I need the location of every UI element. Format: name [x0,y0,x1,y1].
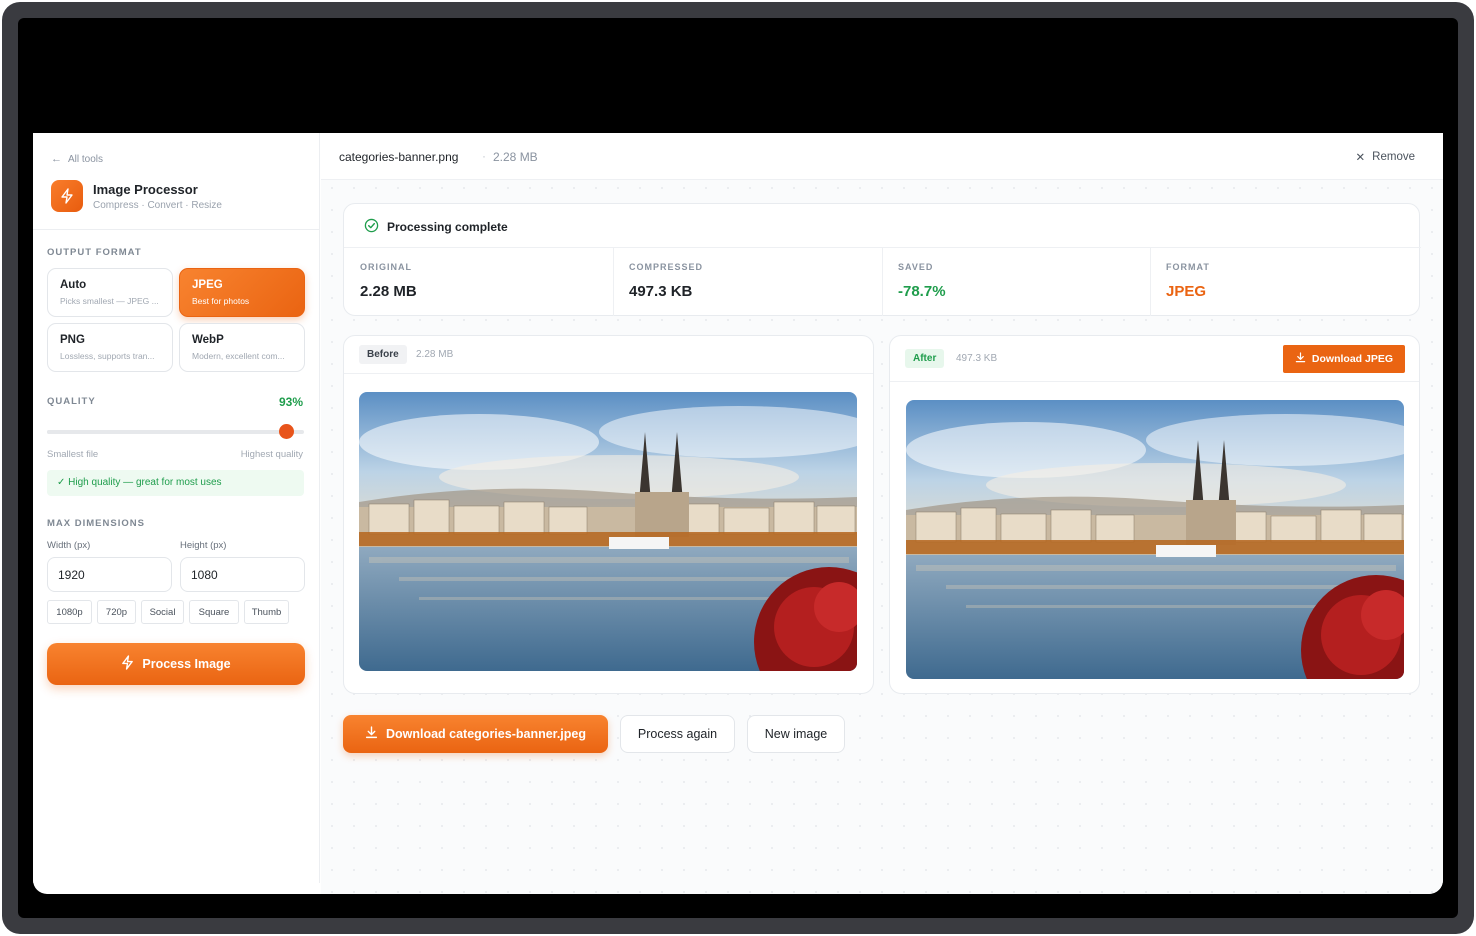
remove-label: Remove [1372,151,1415,163]
width-label: Width (px) [47,540,91,551]
download-icon [1295,352,1306,366]
download-file-label: Download categories-banner.jpeg [385,727,587,741]
status-title-label: Processing complete [387,220,508,234]
before-size: 2.28 MB [416,349,454,360]
download-icon [365,726,378,742]
format-name: WebP [192,334,224,346]
file-header: categories-banner.png · 2.28 MB ✕ Remove [321,133,1443,180]
before-image [359,392,857,671]
format-option-auto[interactable]: Auto Picks smallest — JPEG ... [47,268,173,317]
process-image-label: Process Image [142,657,231,671]
stat-label: ORIGINAL [360,262,412,272]
divider [33,229,320,230]
format-desc: Lossless, supports tran... [60,351,155,361]
after-tag: After [905,349,945,368]
before-card: Before 2.28 MB [343,335,874,694]
slider-fill [47,430,286,434]
stat-format: FORMAT JPEG [1150,248,1420,316]
all-tools-link[interactable]: ← All tools [51,153,103,165]
new-image-button[interactable]: New image [747,715,845,753]
stat-value: JPEG [1166,283,1207,300]
app-title: Image Processor [93,181,198,197]
quality-hint: ✓ High quality — great for most uses [47,470,304,496]
format-option-png[interactable]: PNG Lossless, supports tran... [47,323,173,372]
slider-max-label: Highest quality [240,449,303,460]
app-window: ← All tools Image Processor Compress · C… [33,133,1443,894]
preset-social[interactable]: Social [141,600,184,624]
download-file-button[interactable]: Download categories-banner.jpeg [343,715,608,753]
height-input[interactable]: 1080 [180,557,305,592]
process-image-button[interactable]: Process Image [47,643,305,685]
max-dimensions-label: MAX DIMENSIONS [47,518,145,529]
height-label: Height (px) [180,540,227,551]
after-image [906,400,1404,679]
preset-thumb[interactable]: Thumb [244,600,289,624]
stat-value: 497.3 KB [629,283,693,300]
all-tools-label: All tools [68,153,104,165]
stat-original: ORIGINAL 2.28 MB [344,248,613,316]
after-card-header: After 497.3 KB Download JPEG [890,336,1419,382]
after-size: 497.3 KB [956,353,998,364]
preset-720p[interactable]: 720p [97,600,136,624]
quality-value: 93% [278,395,303,409]
preset-square[interactable]: Square [189,600,239,624]
app-brand: Image Processor Compress · Convert · Res… [51,180,222,212]
format-name: JPEG [192,279,223,291]
stat-label: FORMAT [1166,262,1210,272]
format-desc: Modern, excellent com... [192,351,285,361]
file-size: 2.28 MB [493,150,538,164]
quality-label: QUALITY [47,396,96,407]
process-again-button[interactable]: Process again [620,715,735,753]
stat-value: -78.7% [898,283,946,300]
separator: · [482,149,486,163]
quality-slider[interactable] [47,424,304,439]
output-format-label: OUTPUT FORMAT [47,247,142,258]
before-tag: Before [359,345,407,364]
width-input[interactable]: 1920 [47,557,172,592]
before-card-header: Before 2.28 MB [344,336,873,374]
stat-saved: SAVED -78.7% [882,248,1151,316]
app-subtitle: Compress · Convert · Resize [93,199,222,211]
close-icon: ✕ [1355,152,1366,164]
download-jpeg-label: Download JPEG [1311,353,1393,365]
format-option-jpeg[interactable]: JPEG Best for photos [179,268,305,317]
format-desc: Picks smallest — JPEG ... [60,296,159,306]
lightning-icon [121,655,134,673]
slider-thumb[interactable] [279,424,294,439]
format-name: Auto [60,279,87,291]
format-name: PNG [60,334,85,346]
format-desc: Best for photos [192,296,250,306]
stat-label: COMPRESSED [629,262,704,272]
main-panel: categories-banner.png · 2.28 MB ✕ Remove… [321,133,1443,894]
download-jpeg-button[interactable]: Download JPEG [1282,345,1405,373]
file-name: categories-banner.png [339,150,459,164]
status-title: Processing complete [364,218,508,236]
status-card: Processing complete ORIGINAL 2.28 MB COM… [343,203,1421,316]
after-card: After 497.3 KB Download JPEG [889,335,1420,694]
stat-label: SAVED [898,262,934,272]
lightning-icon [51,180,83,212]
sidebar: ← All tools Image Processor Compress · C… [33,133,320,883]
arrow-left-icon: ← [51,153,62,165]
format-option-webp[interactable]: WebP Modern, excellent com... [179,323,305,372]
stat-value: 2.28 MB [360,283,417,300]
stat-compressed: COMPRESSED 497.3 KB [613,248,882,316]
slider-min-label: Smallest file [47,449,99,460]
check-circle-icon [364,218,379,236]
preset-1080p[interactable]: 1080p [47,600,92,624]
remove-button[interactable]: ✕ Remove [1356,150,1415,164]
